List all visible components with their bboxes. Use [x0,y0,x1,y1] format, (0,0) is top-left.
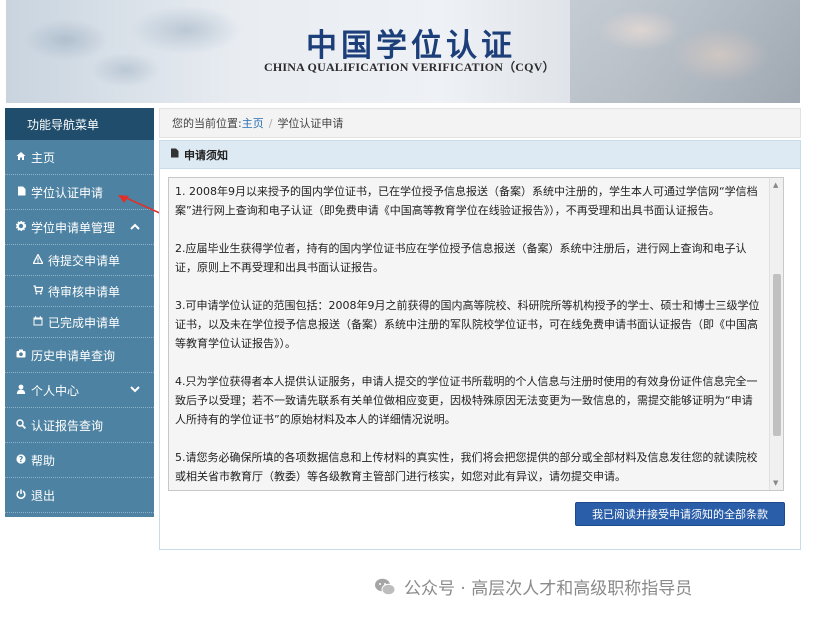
power-icon [15,488,27,502]
sidebar-item-label: 退出 [31,488,56,503]
panel-header: 申请须知 [160,141,800,169]
document-icon [15,186,27,199]
sidebar-item-label: 待审核申请单 [48,284,121,299]
sidebar-item-report-query[interactable]: 认证报告查询 [5,408,154,443]
breadcrumb-prefix: 您的当前位置: [172,117,242,130]
calendar-icon [32,315,44,329]
sidebar-item-label: 学位申请单管理 [31,220,116,235]
wechat-icon [375,578,396,595]
sidebar-item-logout[interactable]: 退出 [5,478,154,513]
sidebar-item-personal-center[interactable]: 个人中心 [5,373,154,408]
sidebar-item-history[interactable]: 历史申请单查询 [5,338,154,373]
panel-title: 申请须知 [184,148,228,162]
notice-paragraph: 2.应届毕业生获得学位者，持有的国内学位证书应在学位授予信息报送（备案）系统中注… [175,242,747,274]
svg-text:?: ? [19,455,23,464]
help-icon: ? [15,453,27,467]
chevron-down-icon[interactable] [130,385,140,396]
sidebar-item-label: 历史申请单查询 [31,348,116,363]
breadcrumb-home-link[interactable]: 主页 [242,115,264,131]
breadcrumb-separator: / [268,116,273,130]
sidebar-item-label: 帮助 [31,453,56,468]
accept-terms-button[interactable]: 我已阅读并接受申请须知的全部条款 [575,502,785,526]
search-icon [15,418,27,432]
breadcrumb-current: 学位认证申请 [277,117,344,130]
user-icon [15,384,27,397]
sidebar-item-pending-review[interactable]: 待审核申请单 [5,276,154,307]
warning-icon [32,252,44,267]
sidebar-item-label: 个人中心 [31,383,80,398]
sidebar-item-completed[interactable]: 已完成申请单 [5,307,154,338]
camera-icon [15,349,27,361]
sidebar-item-label: 已完成申请单 [48,315,121,330]
notice-paragraph: 5.请您务必确保所填的各项数据信息和上传材料的真实性，我们将会把您提供的部分或全… [175,451,758,483]
site-subtitle: CHINA QUALIFICATION VERIFICATION（CQV） [264,60,555,74]
sidebar-nav: 功能导航菜单 主页 学位认证申请 学位申请单管理 待提交申请单 待审核申请单 已… [5,108,154,517]
notice-paragraph: 3.可申请学位认证的范围包括：2008年9月之前获得的国内高等院校、科研院所等机… [175,299,760,350]
notice-content: 1. 2008年9月以来授予的国内学位证书，已在学位授予信息报送（备案）系统中注… [169,178,769,490]
sidebar-item-home[interactable]: 主页 [5,140,154,175]
scroll-down-icon[interactable]: ▼ [773,479,778,487]
scrollbar[interactable]: ▲ ▼ [769,178,783,490]
watermark-text: 公众号 · 高层次人才和高级职称指导员 [404,579,693,599]
scrollbar-thumb[interactable] [773,274,781,436]
sidebar-header: 功能导航菜单 [5,108,154,140]
cart-icon [32,284,44,298]
notice-paragraph: 4.只为学位获得者本人提供认证服务，申请人提交的学位证书所载明的个人信息与注册时… [175,375,758,426]
gear-icon [15,220,27,234]
sidebar-item-label: 主页 [31,150,56,165]
watermark: 公众号 · 高层次人才和高级职称指导员 [374,574,692,599]
notice-textarea[interactable]: 1. 2008年9月以来授予的国内学位证书，已在学位授予信息报送（备案）系统中注… [168,177,784,491]
banner-photo [570,0,800,103]
notice-paragraph: 1. 2008年9月以来授予的国内学位证书，已在学位授予信息报送（备案）系统中注… [175,185,758,217]
header-banner: 中国学位认证 CHINA QUALIFICATION VERIFICATION（… [6,0,800,103]
sidebar-item-help[interactable]: ? 帮助 [5,443,154,478]
sidebar-item-label: 待提交申请单 [48,253,121,268]
world-map-graphic [6,0,306,103]
sidebar-item-label: 学位认证申请 [31,185,104,200]
home-icon [15,151,27,164]
sidebar-item-pending-submit[interactable]: 待提交申请单 [5,245,154,276]
document-icon [170,148,179,161]
notice-panel: 申请须知 1. 2008年9月以来授予的国内学位证书，已在学位授予信息报送（备案… [159,140,801,550]
breadcrumb: 您的当前位置: 主页 / 学位认证申请 [159,108,801,138]
scroll-up-icon[interactable]: ▲ [773,181,778,189]
sidebar-item-label: 认证报告查询 [31,418,104,433]
